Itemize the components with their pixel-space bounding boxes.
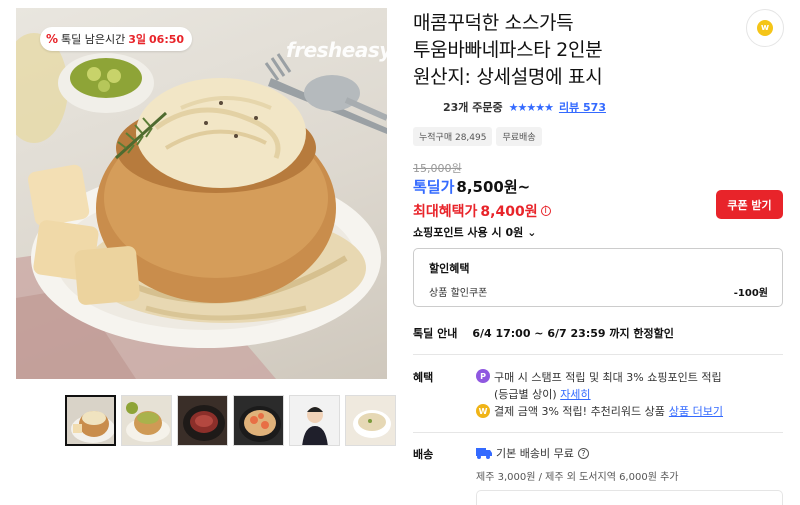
- product-main-image[interactable]: % 톡딜 남은시간 3일 06:50 fresheasy: [16, 8, 387, 379]
- coupon-button[interactable]: 쿠폰 받기: [716, 190, 783, 219]
- deal-price: 8,500원~: [456, 178, 531, 196]
- title-line-2: 투움바빠네파스타 2인분: [413, 39, 603, 61]
- points-dropdown[interactable]: 쇼핑포인트 사용 시 0원 ⌄: [413, 224, 536, 240]
- shipping-option-box: [476, 490, 783, 505]
- thumb-pasta-side-view[interactable]: [121, 395, 172, 446]
- deal-price-row: 톡딜가 8,500원~: [413, 176, 530, 197]
- thumb-bread-bowl-pasta[interactable]: [65, 395, 116, 446]
- more-products-link[interactable]: 상품 더보기: [669, 403, 723, 419]
- points-text: 쇼핑포인트 사용 시 0원: [413, 226, 524, 239]
- discount-benefit-box: 할인혜택 상품 할인쿠폰 -100원: [413, 248, 783, 307]
- divider: [413, 354, 783, 355]
- benefit-line-1: 구매 시 스탬프 적립 및 최대 3% 쇼핑포인트 적립: [494, 371, 722, 384]
- benefit-line-2: (등급별 상이): [494, 388, 557, 401]
- star-rating-icon: ★★★★★: [508, 100, 554, 114]
- chip-free-shipping: 무료배송: [496, 127, 542, 146]
- title-line-3: 원산지: 상세설명에 표시: [413, 66, 603, 88]
- wishlist-button[interactable]: w: [746, 9, 784, 47]
- title-line-1: 매콤꾸덕한 소스가득: [413, 12, 574, 34]
- wow-coin-icon: w: [757, 20, 773, 36]
- truck-icon: [476, 448, 492, 459]
- chevron-down-icon: ⌄: [527, 225, 537, 239]
- max-benefit-label: 최대혜택가: [413, 204, 478, 220]
- percent-icon: %: [46, 32, 59, 46]
- order-count: 23개 주문중: [443, 101, 503, 114]
- help-icon[interactable]: ?: [577, 447, 589, 459]
- benefit-reward: W 결제 금액 3% 적립! 추천리워드 상품 상품 더보기: [476, 403, 723, 419]
- product-title: 매콤꾸덕한 소스가득 투움바빠네파스타 2인분 원산지: 상세설명에 표시: [413, 10, 733, 91]
- product-page: % 톡딜 남은시간 3일 06:50 fresheasy w 매콤꾸덕한 소스가…: [0, 0, 800, 505]
- deal-label: 톡딜가: [413, 178, 455, 196]
- deal-timer-badge: % 톡딜 남은시간 3일 06:50: [40, 27, 193, 51]
- timer-days: 3일: [128, 33, 147, 46]
- thumbnail-strip: [65, 395, 396, 446]
- max-benefit-price: 8,400원: [480, 204, 538, 220]
- pasta-bread-bowl-illustration: [16, 33, 387, 379]
- timer-time: 06:50: [149, 32, 185, 46]
- deal-period-row: 톡딜 안내 6/4 17:00 ~ 6/7 23:59 까지 한정할인: [413, 325, 674, 341]
- rating-row: 23개 주문중 ★★★★★ 리뷰 573: [413, 99, 606, 115]
- detail-link[interactable]: 자세히: [560, 388, 590, 401]
- thumb-steak-skillet[interactable]: [177, 395, 228, 446]
- chip-cumulative-purchases: 누적구매 28,495: [413, 127, 493, 146]
- info-chips: 누적구매 28,495 무료배송: [413, 127, 542, 146]
- benefit-points: P 구매 시 스탬프 적립 및 최대 3% 쇼핑포인트 적립 (등급별 상이) …: [476, 369, 776, 403]
- shipping-extra: 제주 3,000원 / 제주 외 도서지역 6,000원 추가: [476, 472, 679, 483]
- benefit-line-3: 결제 금액 3% 적립! 추천리워드 상품: [494, 405, 665, 418]
- review-link[interactable]: 리뷰 573: [559, 99, 606, 115]
- deal-period-value: 6/4 17:00 ~ 6/7 23:59 까지 한정할인: [472, 327, 674, 340]
- brand-watermark: fresheasy: [286, 38, 387, 62]
- divider: [413, 432, 783, 433]
- info-icon[interactable]: i: [540, 206, 551, 216]
- benefits-key: 혜택: [413, 371, 434, 384]
- shipping-key: 배송: [413, 448, 434, 461]
- thumb-chef-person[interactable]: [289, 395, 340, 446]
- discount-heading: 할인혜택: [429, 262, 470, 275]
- thumb-shrimp-pan[interactable]: [233, 395, 284, 446]
- thumb-cream-soup-bowl[interactable]: [345, 395, 396, 446]
- shipping-base: 기본 배송비 무료 ?: [476, 445, 589, 461]
- max-benefit-row: 최대혜택가 8,400원 i: [413, 201, 551, 221]
- deal-period-key: 톡딜 안내: [413, 327, 458, 340]
- point-icon: P: [476, 369, 490, 383]
- shipping-base-text: 기본 배송비 무료: [496, 447, 574, 460]
- discount-row-label: 상품 할인쿠폰: [429, 288, 488, 299]
- wow-reward-icon: W: [476, 404, 490, 418]
- original-price: 15,000원: [413, 162, 462, 175]
- seller-badge-placeholder: [413, 100, 437, 114]
- timer-label: 톡딜 남은시간: [61, 33, 126, 46]
- discount-row-value: -100원: [733, 288, 768, 299]
